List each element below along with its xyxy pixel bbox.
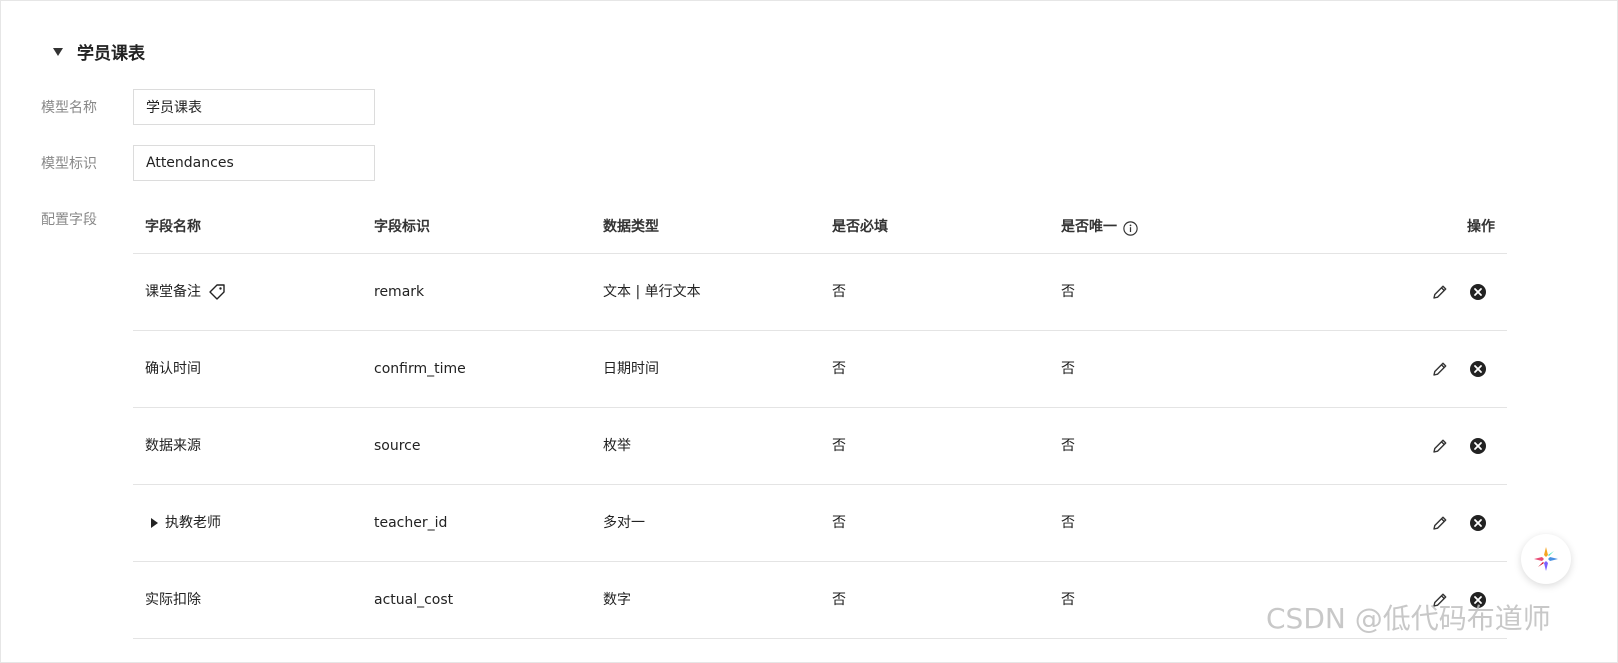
field-type: 枚举 [603, 438, 631, 454]
row-actions [1431, 408, 1487, 484]
field-name: 数据来源 [145, 438, 201, 454]
table-row: 课堂备注 remark 文本 | 单行文本 否 否 [133, 254, 1507, 331]
table-row: 执教老师 teacher_id 多对一 否 否 [133, 485, 1507, 562]
field-type: 文本 | 单行文本 [603, 284, 701, 300]
pencil-icon[interactable] [1431, 283, 1449, 301]
fields-label: 配置字段 [41, 212, 97, 228]
field-unique: 否 [1061, 361, 1075, 377]
header-actions: 操作 [1467, 219, 1495, 235]
table-row: 确认时间 confirm_time 日期时间 否 否 [133, 331, 1507, 408]
field-required: 否 [832, 592, 846, 608]
pencil-icon[interactable] [1431, 360, 1449, 378]
field-unique: 否 [1061, 515, 1075, 531]
field-name: 实际扣除 [145, 592, 201, 608]
model-name-input[interactable] [133, 89, 375, 125]
header-data-type: 数据类型 [603, 219, 659, 235]
field-id: actual_cost [374, 592, 454, 608]
row-actions [1431, 485, 1487, 561]
field-name-cell: 执教老师 [145, 485, 221, 561]
assistant-float-button[interactable] [1521, 534, 1571, 584]
field-type: 多对一 [603, 515, 645, 531]
field-type: 数字 [603, 592, 631, 608]
close-circle-icon[interactable] [1469, 360, 1487, 378]
model-id-label: 模型标识 [41, 156, 97, 172]
field-type: 日期时间 [603, 361, 659, 377]
field-required: 否 [832, 284, 846, 300]
model-name-label: 模型名称 [41, 100, 97, 116]
field-name: 执教老师 [165, 515, 221, 531]
field-id: remark [374, 284, 425, 300]
field-id: confirm_time [374, 361, 466, 377]
header-field-name: 字段名称 [145, 219, 201, 235]
fields-table: 字段名称 字段标识 数据类型 是否必填 是否唯一 操作 课堂备注 remark … [133, 201, 1507, 639]
field-name: 课堂备注 [145, 284, 201, 300]
close-circle-icon[interactable] [1469, 437, 1487, 455]
pencil-icon[interactable] [1431, 514, 1449, 532]
model-panel: 学员课表 模型名称 模型标识 配置字段 字段名称 字段标识 数据类型 是否必填 … [0, 0, 1618, 663]
header-required: 是否必填 [832, 219, 888, 235]
section-title: 学员课表 [77, 44, 145, 64]
row-actions [1431, 254, 1487, 330]
watermark: CSDN @低代码布道师 [1266, 602, 1551, 635]
field-unique: 否 [1061, 438, 1075, 454]
field-name: 确认时间 [145, 361, 201, 377]
close-circle-icon[interactable] [1469, 514, 1487, 532]
assistant-logo-icon [1534, 547, 1558, 571]
caret-right-icon[interactable] [151, 518, 158, 528]
info-icon[interactable] [1123, 220, 1138, 236]
header-field-id: 字段标识 [374, 219, 430, 235]
table-header: 字段名称 字段标识 数据类型 是否必填 是否唯一 操作 [133, 201, 1507, 254]
header-unique: 是否唯一 [1061, 201, 1138, 253]
field-id: source [374, 438, 421, 454]
field-required: 否 [832, 438, 846, 454]
pencil-icon[interactable] [1431, 437, 1449, 455]
row-actions [1431, 331, 1487, 407]
table-row: 数据来源 source 枚举 否 否 [133, 408, 1507, 485]
section-header[interactable]: 学员课表 [53, 39, 145, 64]
tag-icon [208, 283, 226, 301]
field-name-cell: 课堂备注 [145, 254, 226, 330]
field-id: teacher_id [374, 515, 448, 531]
field-unique: 否 [1061, 592, 1075, 608]
header-unique-label: 是否唯一 [1061, 219, 1117, 235]
field-required: 否 [832, 515, 846, 531]
model-id-input[interactable] [133, 145, 375, 181]
close-circle-icon[interactable] [1469, 283, 1487, 301]
field-required: 否 [832, 361, 846, 377]
field-unique: 否 [1061, 284, 1075, 300]
caret-down-icon[interactable] [53, 47, 63, 56]
